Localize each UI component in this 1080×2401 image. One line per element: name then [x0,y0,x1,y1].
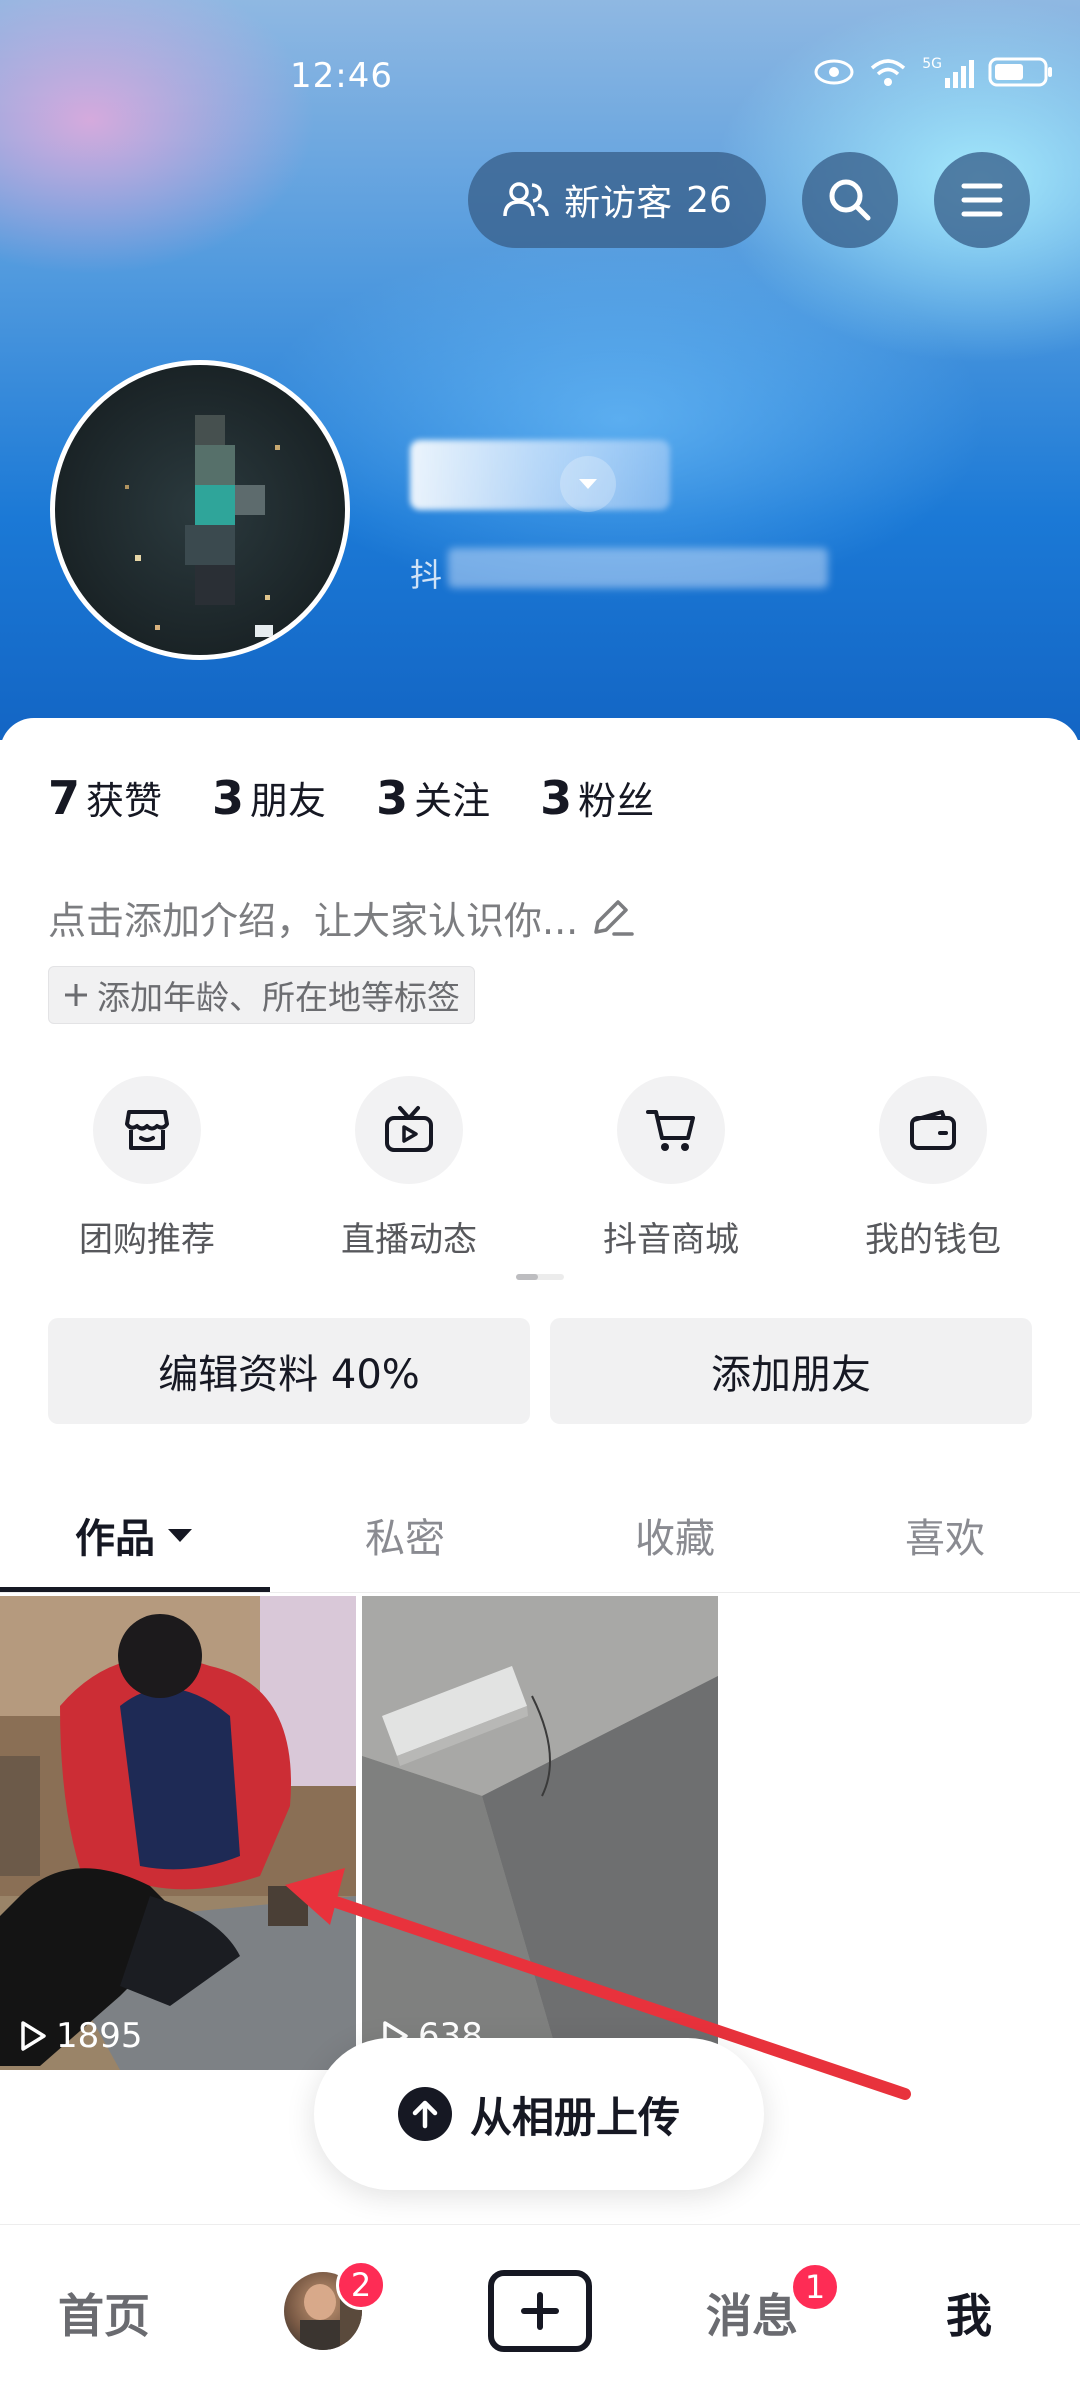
upload-label: 从相册上传 [469,2092,680,2142]
friends-badge: 2 [336,2260,386,2310]
nav-home[interactable]: 首页 [58,2280,150,2346]
nav-messages[interactable]: 消息 [706,2280,798,2346]
create-post-button[interactable] [488,2270,592,2352]
upload-from-album-button[interactable]: 从相册上传 [314,2038,764,2190]
nav-me[interactable]: 我 [946,2280,992,2346]
plus-icon [521,2292,559,2330]
messages-badge: 1 [790,2262,840,2312]
upload-arrow-icon [397,2087,452,2141]
